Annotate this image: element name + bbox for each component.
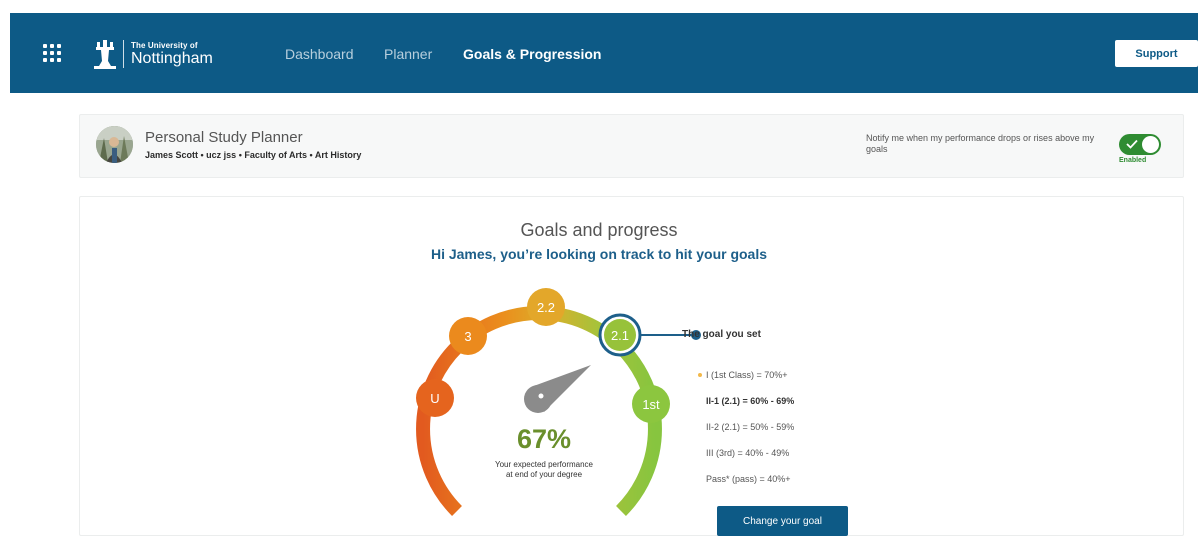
logo-text: The University of Nottingham xyxy=(131,40,213,67)
gauge-node-2-1-selected[interactable]: 2.1 xyxy=(598,313,642,357)
top-navbar: The University of Nottingham Dashboard P… xyxy=(10,13,1198,93)
logo-big-text: Nottingham xyxy=(131,49,213,67)
gauge-node-2-1-label: 2.1 xyxy=(611,328,629,343)
toggle-status-label: Enabled xyxy=(1119,157,1147,164)
gauge-caption-line2: at end of your degree xyxy=(506,470,583,479)
class-pass-text: Pass* (pass) = 40%+ xyxy=(706,474,791,484)
toggle-knob xyxy=(1142,136,1159,153)
goals-title: Goals and progress xyxy=(520,220,678,240)
top-strip xyxy=(0,0,1198,13)
nav-planner[interactable]: Planner xyxy=(384,46,432,62)
class-first-text: I (1st Class) = 70%+ xyxy=(706,370,788,380)
goals-subtitle: Hi James, you’re looking on track to hit… xyxy=(430,246,768,262)
university-logo[interactable]: The University of Nottingham xyxy=(94,38,213,70)
gauge-node-u-label: U xyxy=(430,391,439,406)
nav-dashboard[interactable]: Dashboard xyxy=(285,46,354,62)
logo-divider xyxy=(123,40,124,68)
planner-title: Personal Study Planner xyxy=(145,129,303,146)
class-2-2-text: II-2 (2.1) = 50% - 59% xyxy=(706,422,795,432)
bullet-icon xyxy=(698,373,702,377)
logo-small-text: The University of xyxy=(131,40,198,50)
crest-icon xyxy=(94,40,116,69)
gauge-node-2-2-label: 2.2 xyxy=(537,300,555,315)
support-button[interactable]: Support xyxy=(1115,40,1198,67)
gauge-node-1st[interactable]: 1st xyxy=(632,385,670,423)
app-grid-icon[interactable] xyxy=(43,44,61,62)
notify-toggle[interactable] xyxy=(1119,134,1161,155)
goal-set-label: The goal you set xyxy=(682,329,761,340)
gauge-node-2-2[interactable]: 2.2 xyxy=(527,288,565,326)
gauge-node-u[interactable]: U xyxy=(416,379,454,417)
gauge-node-3[interactable]: 3 xyxy=(449,317,487,355)
gauge-node-3-label: 3 xyxy=(464,329,471,344)
profile-card: Personal Study Planner James Scott • ucz… xyxy=(79,114,1184,178)
nav-goals-progression[interactable]: Goals & Progression xyxy=(463,46,601,62)
student-details: James Scott • ucz jss • Faculty of Arts … xyxy=(145,150,362,160)
notify-description: Notify me when my performance drops or r… xyxy=(866,133,1095,154)
expected-percentage: 67% xyxy=(517,424,571,454)
gauge-needle-icon xyxy=(524,365,591,413)
check-icon xyxy=(1126,139,1138,149)
gauge-caption-line1: Your expected performance xyxy=(495,460,594,469)
change-goal-button[interactable]: Change your goal xyxy=(717,506,848,536)
avatar-photo-icon xyxy=(96,126,133,163)
class-third-text: III (3rd) = 40% - 49% xyxy=(706,448,790,458)
class-2-1-text: II-1 (2.1) = 60% - 69% xyxy=(706,396,795,406)
gauge-node-1st-label: 1st xyxy=(642,397,660,412)
avatar xyxy=(96,126,133,163)
progress-gauge: U 3 2.2 2.1 1st 67% Your expected perfor… xyxy=(416,288,701,516)
